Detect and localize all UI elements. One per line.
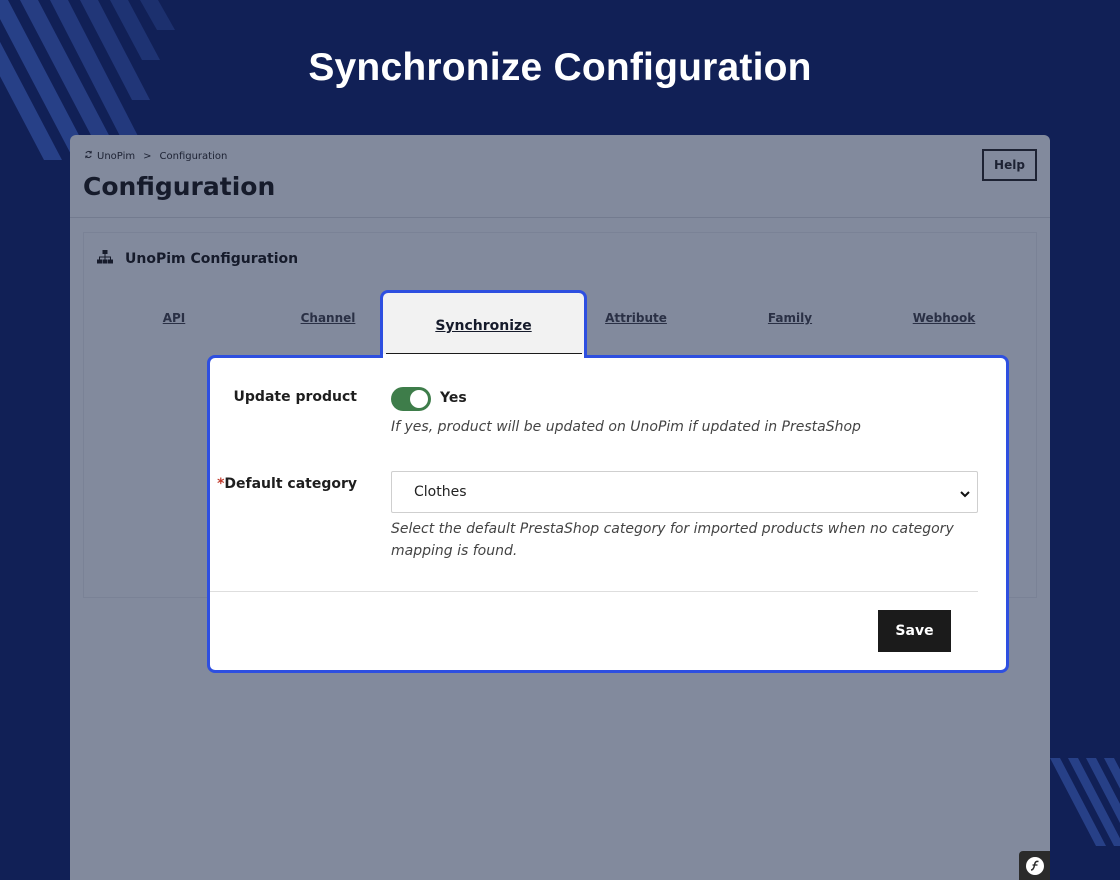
tab-channel[interactable]: Channel <box>268 311 388 325</box>
update-product-toggle-text: Yes <box>440 390 467 406</box>
breadcrumb: UnoPim > Configuration <box>84 150 227 162</box>
sitemap-icon <box>97 250 113 268</box>
card-title: UnoPim Configuration <box>125 251 299 267</box>
hero-title: Synchronize Configuration <box>308 46 812 89</box>
tab-webhook[interactable]: Webhook <box>884 311 1004 325</box>
update-product-label: Update product <box>233 389 357 405</box>
tab-panel-seam <box>383 354 584 359</box>
form-divider <box>210 591 978 592</box>
tab-attribute[interactable]: Attribute <box>576 311 696 325</box>
tab-synchronize[interactable]: Synchronize <box>380 290 587 360</box>
default-category-help-line2: mapping is found. <box>391 543 518 559</box>
header-divider <box>70 217 1050 218</box>
update-product-help: If yes, product will be updated on UnoPi… <box>391 419 861 435</box>
default-category-select[interactable]: Clothes <box>391 471 978 513</box>
breadcrumb-current: Configuration <box>159 150 228 162</box>
tab-synchronize-label: Synchronize <box>435 318 532 334</box>
tab-family[interactable]: Family <box>730 311 850 325</box>
tab-api[interactable]: API <box>114 311 234 325</box>
default-category-label: *Default category <box>217 476 357 492</box>
default-category-help-line1: Select the default PrestaShop category f… <box>391 521 954 537</box>
card-header: UnoPim Configuration <box>97 250 298 268</box>
help-button[interactable]: Help <box>982 149 1037 181</box>
save-button[interactable]: Save <box>878 610 951 652</box>
chevron-down-icon <box>959 485 971 498</box>
sync-icon <box>84 150 93 162</box>
default-category-value: Clothes <box>414 484 467 500</box>
synchronize-settings-panel: Update product Yes If yes, product will … <box>207 355 1009 673</box>
toggle-knob <box>410 390 428 408</box>
decorative-stripes-bottom-right <box>1050 758 1120 846</box>
breadcrumb-separator: > <box>143 150 152 162</box>
default-category-label-text: Default category <box>224 476 357 492</box>
symfony-toolbar-icon[interactable] <box>1019 851 1050 880</box>
update-product-toggle[interactable] <box>391 387 431 411</box>
page-title: Configuration <box>83 172 276 201</box>
breadcrumb-root[interactable]: UnoPim <box>97 151 135 162</box>
